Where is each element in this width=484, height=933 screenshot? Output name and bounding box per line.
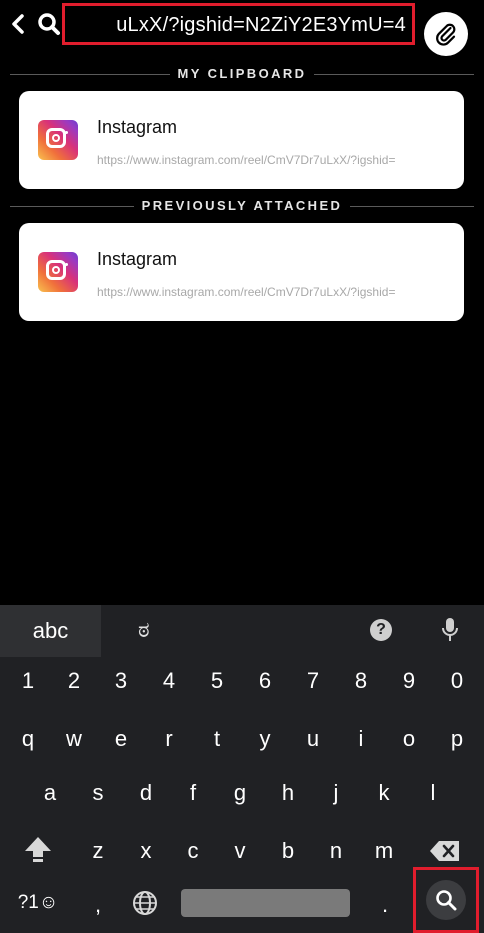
key-h[interactable]: h <box>264 769 312 817</box>
tab-kannada[interactable]: ಠ <box>138 617 150 643</box>
key-l[interactable]: l <box>409 769 457 817</box>
key-5[interactable]: 5 <box>193 657 241 705</box>
key-6[interactable]: 6 <box>241 657 289 705</box>
clipboard-item-url: https://www.instagram.com/reel/CmV7Dr7uL… <box>97 153 396 167</box>
search-key[interactable] <box>426 880 466 920</box>
search-input[interactable]: uLxX/?igshid=N2ZiY2E3YmU=4 <box>62 3 415 45</box>
key-x[interactable]: x <box>122 827 170 875</box>
key-j[interactable]: j <box>312 769 360 817</box>
tab-abc[interactable]: abc <box>0 605 101 657</box>
globe-key[interactable] <box>121 879 169 927</box>
key-i[interactable]: i <box>337 715 385 763</box>
key-m[interactable]: m <box>360 827 408 875</box>
comma-key[interactable]: , <box>74 881 122 929</box>
shift-key[interactable] <box>14 825 62 873</box>
clipboard-section-header: MY CLIPBOARD <box>10 66 474 82</box>
key-g[interactable]: g <box>216 769 264 817</box>
key-v[interactable]: v <box>216 827 264 875</box>
key-t[interactable]: t <box>193 715 241 763</box>
search-input-text: uLxX/?igshid=N2ZiY2E3YmU=4 <box>116 14 406 36</box>
clipboard-item-title: Instagram <box>97 117 178 137</box>
search-icon <box>38 12 60 36</box>
previous-section-label: PREVIOUSLY ATTACHED <box>133 198 351 213</box>
key-8[interactable]: 8 <box>337 657 385 705</box>
key-q[interactable]: q <box>4 715 52 763</box>
keyboard-toolbar: abc ಠ ? <box>0 605 484 657</box>
search-key-highlight <box>413 867 479 933</box>
instagram-icon <box>38 252 78 292</box>
clipboard-item[interactable]: Instagram https://www.instagram.com/reel… <box>19 91 464 189</box>
key-z[interactable]: z <box>74 827 122 875</box>
key-c[interactable]: c <box>169 827 217 875</box>
previous-item-title: Instagram <box>97 249 178 269</box>
shift-arrow-icon <box>25 837 51 862</box>
previous-item[interactable]: Instagram https://www.instagram.com/reel… <box>19 223 464 321</box>
key-o[interactable]: o <box>385 715 433 763</box>
key-n[interactable]: n <box>312 827 360 875</box>
key-w[interactable]: w <box>50 715 98 763</box>
previous-section-header: PREVIOUSLY ATTACHED <box>10 198 474 214</box>
key-k[interactable]: k <box>360 769 408 817</box>
attach-button[interactable] <box>424 12 468 56</box>
top-bar: uLxX/?igshid=N2ZiY2E3YmU=4 <box>0 0 484 60</box>
microphone-icon[interactable] <box>440 617 460 648</box>
period-key[interactable]: . <box>361 881 409 929</box>
key-s[interactable]: s <box>74 769 122 817</box>
key-3[interactable]: 3 <box>97 657 145 705</box>
paperclip-icon <box>436 23 456 46</box>
key-f[interactable]: f <box>169 769 217 817</box>
key-u[interactable]: u <box>289 715 337 763</box>
previous-item-url: https://www.instagram.com/reel/CmV7Dr7uL… <box>97 285 396 299</box>
key-r[interactable]: r <box>145 715 193 763</box>
globe-icon <box>133 891 157 915</box>
instagram-icon <box>38 120 78 160</box>
keyboard: abc ಠ ? 1 2 3 4 5 6 7 8 9 0 q w e r t y … <box>0 605 484 933</box>
key-p[interactable]: p <box>433 715 481 763</box>
key-0[interactable]: 0 <box>433 657 481 705</box>
key-7[interactable]: 7 <box>289 657 337 705</box>
spacebar[interactable] <box>181 889 350 917</box>
key-9[interactable]: 9 <box>385 657 433 705</box>
backspace-icon <box>430 841 459 861</box>
symbols-key[interactable]: ?1☺ <box>12 879 64 927</box>
back-arrow-icon[interactable] <box>8 12 30 36</box>
search-key-icon <box>436 890 457 911</box>
key-2[interactable]: 2 <box>50 657 98 705</box>
key-e[interactable]: e <box>97 715 145 763</box>
key-y[interactable]: y <box>241 715 289 763</box>
key-a[interactable]: a <box>26 769 74 817</box>
key-4[interactable]: 4 <box>145 657 193 705</box>
key-d[interactable]: d <box>122 769 170 817</box>
clipboard-section-label: MY CLIPBOARD <box>169 66 315 81</box>
key-b[interactable]: b <box>264 827 312 875</box>
key-1[interactable]: 1 <box>4 657 52 705</box>
help-icon[interactable]: ? <box>370 619 392 641</box>
